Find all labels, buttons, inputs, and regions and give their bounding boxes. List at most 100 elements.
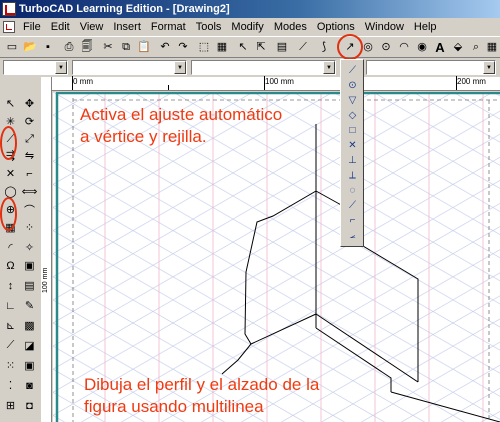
snap-center-icon[interactable]: ⊙ xyxy=(377,39,395,56)
paste-icon[interactable]: 📋 xyxy=(135,39,153,56)
menu-bar: File Edit View Insert Format Tools Modif… xyxy=(0,18,500,35)
snap-grid-icon[interactable]: ⁙ xyxy=(2,357,19,374)
measure-icon[interactable]: ⊾ xyxy=(2,317,19,334)
rotate-icon[interactable]: ⟳ xyxy=(21,113,38,130)
chevron-down-icon[interactable]: ▼ xyxy=(174,61,186,74)
apparent-snap-icon[interactable]: ⌐ xyxy=(344,213,361,228)
vertical-ruler: 100 mm xyxy=(41,77,52,422)
select-edit-icon[interactable]: ⇱ xyxy=(252,39,270,56)
turbocad-app-icon[interactable] xyxy=(2,2,16,16)
properties-icon[interactable]: ▤ xyxy=(21,277,38,294)
menu-file[interactable]: File xyxy=(18,21,46,33)
chevron-down-icon[interactable]: ▼ xyxy=(323,61,335,74)
menu-insert[interactable]: Insert xyxy=(108,21,146,33)
angle-snap-icon[interactable]: ⦟ xyxy=(344,228,361,243)
chevron-down-icon[interactable]: ▼ xyxy=(483,61,495,74)
perpendicular-snap-icon[interactable]: ⊥ xyxy=(344,153,361,168)
line-icon[interactable]: ⟋ xyxy=(294,39,312,56)
menu-help[interactable]: Help xyxy=(409,21,442,33)
layer-tool-icon[interactable]: ▣ xyxy=(21,257,38,274)
redo-icon[interactable]: ↷ xyxy=(174,39,192,56)
menu-modes[interactable]: Modes xyxy=(269,21,312,33)
save-icon[interactable]: ▪ xyxy=(39,39,57,56)
cross-line-icon[interactable]: ✕ xyxy=(2,165,19,182)
ruler-label-0: 0 mm xyxy=(73,77,93,86)
stretch-icon[interactable]: ⟺ xyxy=(21,183,38,200)
cut-icon[interactable]: ✂ xyxy=(99,39,117,56)
line-style-combo[interactable]: ▼ xyxy=(72,60,187,75)
image-tool-icon[interactable]: ▩ xyxy=(21,317,38,334)
angle-icon[interactable]: ∟ xyxy=(2,297,19,314)
chevron-down-icon[interactable]: ▼ xyxy=(55,61,67,74)
highlight-circle-snap-toolbar xyxy=(337,34,363,60)
dimension-icon[interactable]: ↕ xyxy=(2,277,19,294)
tangent-snap-icon[interactable]: ⟂ xyxy=(344,168,361,183)
ruler-label-200: 200 mm xyxy=(457,77,486,86)
light-icon[interactable]: ◘ xyxy=(21,397,38,414)
menu-window[interactable]: Window xyxy=(360,21,409,33)
menu-options[interactable]: Options xyxy=(312,21,360,33)
ruler-label-100: 100 mm xyxy=(265,77,294,86)
pan-icon[interactable]: ▦ xyxy=(483,39,500,56)
grid-icon[interactable]: ▤ xyxy=(273,39,291,56)
new-icon[interactable]: ▭ xyxy=(3,39,21,56)
open-icon[interactable]: 📂 xyxy=(21,39,39,56)
highlight-circle-grid-tool xyxy=(0,197,17,231)
ellipse-icon[interactable]: ◉ xyxy=(413,39,431,56)
vertex-snap-icon[interactable]: ⟋ xyxy=(344,63,361,78)
layer-combo[interactable]: ▼ xyxy=(3,60,68,75)
color-combo[interactable]: ▼ xyxy=(366,60,496,75)
zoom-window-icon[interactable]: ⁚ xyxy=(2,377,19,394)
menu-tools[interactable]: Tools xyxy=(191,21,227,33)
nearest-snap-icon[interactable]: ⟋ xyxy=(344,198,361,213)
menu-edit[interactable]: Edit xyxy=(46,21,75,33)
menu-format[interactable]: Format xyxy=(146,21,191,33)
window-title: TurboCAD Learning Edition - [Drawing2] xyxy=(19,3,230,15)
quadrant-snap-icon[interactable]: ◇ xyxy=(344,108,361,123)
line-width-combo[interactable]: ▼ xyxy=(191,60,336,75)
middle-snap-icon[interactable]: ▽ xyxy=(344,93,361,108)
zoom-in-icon[interactable]: ⊞ xyxy=(2,397,19,414)
render-icon[interactable]: ▦ xyxy=(213,39,231,56)
move-icon[interactable]: ✥ xyxy=(21,95,38,112)
view-3d-icon[interactable]: ⬚ xyxy=(195,39,213,56)
arc-icon[interactable]: ◠ xyxy=(395,39,413,56)
camera-icon[interactable]: ◙ xyxy=(21,377,38,394)
text-icon[interactable]: A xyxy=(431,39,449,56)
hatch-icon[interactable]: ⬙ xyxy=(449,39,467,56)
menu-modify[interactable]: Modify xyxy=(226,21,268,33)
intersection-snap-icon[interactable]: ✕ xyxy=(344,138,361,153)
select-arrow-icon[interactable]: ↖ xyxy=(2,95,19,112)
caption-bottom-line2: figura usando multilinea xyxy=(84,397,264,416)
undo-icon[interactable]: ↶ xyxy=(156,39,174,56)
grid-snap-icon[interactable]: □ xyxy=(344,123,361,138)
hatch-tool-icon[interactable]: ⟋ xyxy=(2,337,19,354)
ruler-tick xyxy=(456,76,457,90)
ruler-tick xyxy=(264,76,265,90)
symbol-icon[interactable]: ◪ xyxy=(21,337,38,354)
property-toolbar: ▼ ▼ ▼ ▼ xyxy=(0,59,500,76)
fillet-icon[interactable]: ⌒ xyxy=(21,201,38,218)
arc-tool-icon[interactable]: ◜ xyxy=(2,239,19,256)
document-icon[interactable] xyxy=(3,20,15,33)
polyline-icon[interactable]: ⟆ xyxy=(315,39,333,56)
explode-icon[interactable]: ✧ xyxy=(21,239,38,256)
mirror-icon[interactable]: ⇋ xyxy=(21,147,38,164)
highlight-circle-vertex-tool xyxy=(0,126,17,160)
ruler-tick xyxy=(168,85,169,90)
copy-icon[interactable]: ⧉ xyxy=(117,39,135,56)
caption-bottom-line1: Dibuja el perfil y el alzado de la xyxy=(84,375,320,394)
menu-view[interactable]: View xyxy=(75,21,109,33)
trim-icon[interactable]: ⌐ xyxy=(21,165,38,182)
print-icon[interactable]: ⎙ xyxy=(60,39,78,56)
array-icon[interactable]: ⁘ xyxy=(21,219,38,236)
snap-flyout-toolbar: ⟋ ⊙ ▽ ◇ □ ✕ ⊥ ⟂ ◌ ⟋ ⌐ ⦟ xyxy=(340,59,364,247)
render-tool-icon[interactable]: ▣ xyxy=(21,357,38,374)
center-snap-icon[interactable]: ⊙ xyxy=(344,78,361,93)
print-preview-icon[interactable]: 🗐 xyxy=(78,39,96,56)
arc-center-snap-icon[interactable]: ◌ xyxy=(344,183,361,198)
magnet-icon[interactable]: Ω xyxy=(2,257,19,274)
select-icon[interactable]: ↖ xyxy=(234,39,252,56)
brush-icon[interactable]: ✎ xyxy=(21,297,38,314)
scale-icon[interactable]: ⤢ xyxy=(21,131,38,148)
